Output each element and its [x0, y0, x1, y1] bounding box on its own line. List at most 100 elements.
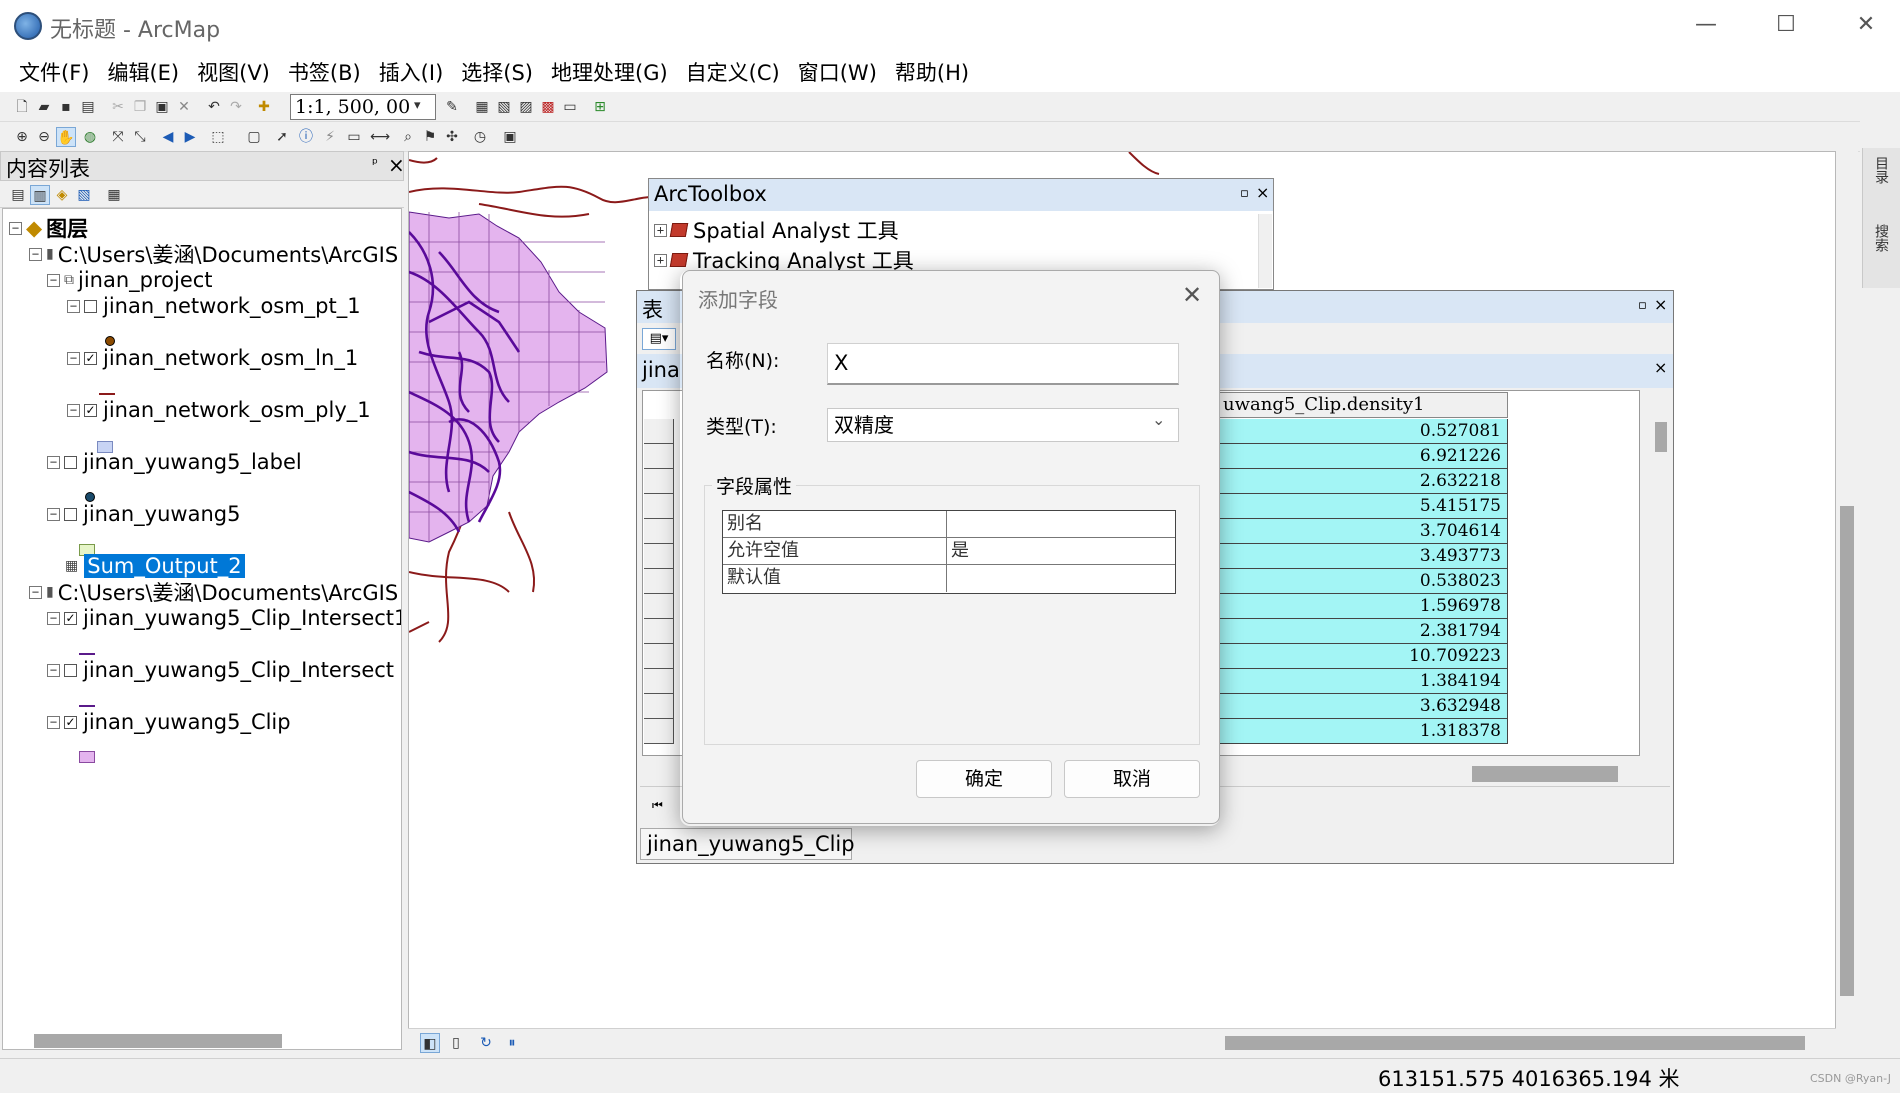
minimize-button[interactable]: — [1686, 8, 1726, 42]
close-icon[interactable]: × [1654, 295, 1667, 314]
menu-geoprocessing[interactable]: 地理处理(G) [542, 57, 677, 87]
dialog-close-button[interactable]: ✕ [1177, 280, 1207, 310]
toc-item-clip-intersect1[interactable]: − ✓ jinan_yuwang5_Clip_Intersect1 [47, 603, 401, 633]
list-by-drawing-order-icon[interactable]: ▤ [8, 185, 28, 205]
row-selector[interactable] [644, 469, 674, 494]
map-horizontal-scroll-thumb[interactable] [1225, 1036, 1805, 1050]
copy-icon[interactable]: ❐ [130, 97, 150, 117]
toc-scrollbar[interactable] [34, 1034, 282, 1048]
python-icon[interactable]: ▭ [560, 97, 580, 117]
property-row[interactable]: 允许空值 是 [723, 538, 1175, 565]
data-view-icon[interactable]: ◧ [420, 1033, 440, 1053]
print-icon[interactable]: ▤ [78, 97, 98, 117]
visibility-checkbox[interactable] [64, 663, 77, 677]
property-value[interactable] [947, 511, 1175, 538]
row-selector[interactable] [644, 544, 674, 569]
toc-item-clip[interactable]: − ✓ jinan_yuwang5_Clip [47, 707, 291, 737]
menu-file[interactable]: 文件(F) [10, 57, 98, 87]
chevron-down-icon[interactable]: ▾ [414, 98, 421, 113]
arctoolbox-scrollbar[interactable] [1258, 214, 1272, 288]
chevron-down-icon[interactable]: ⌄ [1152, 410, 1165, 429]
field-type-select[interactable]: 双精度 [827, 408, 1179, 442]
table-cell[interactable]: 3.704614 [1218, 519, 1508, 544]
table-scroll-thumb[interactable] [1655, 422, 1667, 452]
row-selector[interactable] [644, 619, 674, 644]
options-icon[interactable]: ▦ [104, 185, 124, 205]
redo-icon[interactable]: ↷ [226, 97, 246, 117]
save-icon[interactable]: ▪ [56, 97, 76, 117]
table-cell[interactable]: 1.384194 [1218, 669, 1508, 694]
list-by-visibility-icon[interactable]: ◈ [52, 185, 72, 205]
maximize-button[interactable]: ☐ [1766, 8, 1806, 42]
visibility-checkbox[interactable]: ✓ [84, 403, 97, 417]
zoom-out-icon[interactable]: ⊖ [34, 127, 54, 147]
table-cell[interactable]: 10.709223 [1218, 644, 1508, 669]
pause-icon[interactable]: ⏸ [502, 1033, 522, 1053]
toolbox-spatial-analyst[interactable]: + Spatial Analyst 工具 [654, 216, 899, 244]
layout-view-icon[interactable]: ▯ [446, 1033, 466, 1053]
row-selector[interactable] [644, 694, 674, 719]
back-icon[interactable]: ◀ [158, 127, 178, 147]
table-horizontal-scroll-thumb[interactable] [1472, 766, 1618, 782]
time-slider-icon[interactable]: ◷ [470, 127, 490, 147]
collapse-icon[interactable]: − [47, 715, 60, 729]
visibility-checkbox[interactable] [64, 455, 77, 469]
menu-edit[interactable]: 编辑(E) [98, 57, 188, 87]
column-header[interactable]: uwang5_Clip.density1 [1218, 392, 1508, 418]
collapse-icon[interactable]: − [47, 507, 60, 521]
table-options-icon[interactable]: ▤▾ [642, 328, 676, 350]
find-icon[interactable]: ⌕ [398, 127, 418, 147]
editor-icon[interactable]: ✎ [442, 97, 462, 117]
ok-button[interactable]: 确定 [916, 760, 1052, 798]
first-record-icon[interactable]: ⏮ [652, 798, 663, 813]
forward-icon[interactable]: ▶ [180, 127, 200, 147]
menu-bookmarks[interactable]: 书签(B) [279, 57, 370, 87]
pan-icon[interactable]: ✋ [56, 127, 76, 147]
toc-item-yuwang5[interactable]: − jinan_yuwang5 [47, 499, 240, 529]
toolbox-icon[interactable]: ▩ [538, 97, 558, 117]
add-data-icon[interactable]: ✚ [254, 97, 274, 117]
find-route-icon[interactable]: ⚑ [420, 127, 440, 147]
viewer-icon[interactable]: ▣ [500, 127, 520, 147]
collapse-icon[interactable]: − [67, 351, 80, 365]
maximize-icon[interactable]: ▫ [1638, 298, 1647, 313]
menu-insert[interactable]: 插入(I) [370, 57, 453, 87]
table-cell[interactable]: 2.381794 [1218, 619, 1508, 644]
toc-item-osm-pt[interactable]: − jinan_network_osm_pt_1 [67, 291, 361, 321]
collapse-icon[interactable]: − [47, 273, 60, 287]
visibility-checkbox[interactable] [84, 299, 97, 313]
row-selector[interactable] [644, 719, 674, 744]
maximize-icon[interactable]: ▫ [1240, 186, 1249, 201]
list-by-selection-icon[interactable]: ▧ [74, 185, 94, 205]
menu-view[interactable]: 视图(V) [188, 57, 279, 87]
field-name-input[interactable]: X [827, 343, 1179, 385]
catalog-icon[interactable]: ▧ [494, 97, 514, 117]
measure-icon[interactable]: ⟷ [370, 127, 390, 147]
undo-icon[interactable]: ↶ [204, 97, 224, 117]
table-cell[interactable]: 0.538023 [1218, 569, 1508, 594]
row-selector[interactable] [644, 569, 674, 594]
row-selector[interactable] [644, 644, 674, 669]
table-cell[interactable]: 3.632948 [1218, 694, 1508, 719]
menu-help[interactable]: 帮助(H) [886, 57, 978, 87]
collapse-icon[interactable]: − [67, 403, 80, 417]
expand-icon[interactable]: + [654, 253, 667, 267]
collapse-icon[interactable]: − [9, 221, 22, 235]
xy-icon[interactable]: ✣ [442, 127, 462, 147]
close-button[interactable]: ✕ [1846, 8, 1886, 42]
zoom-in-icon[interactable]: ⊕ [12, 127, 32, 147]
catalog-tab[interactable]: 目录 [1871, 156, 1891, 184]
table-cell[interactable]: 6.921226 [1218, 444, 1508, 469]
clear-selection-icon[interactable]: ▢ [244, 127, 264, 147]
cancel-button[interactable]: 取消 [1064, 760, 1200, 798]
fixed-zoom-in-icon[interactable]: ⤧ [108, 127, 128, 147]
close-icon[interactable]: × [1654, 358, 1667, 377]
row-selector[interactable] [644, 494, 674, 519]
visibility-checkbox[interactable]: ✓ [64, 715, 77, 729]
toc-window-icon[interactable]: ▦ [472, 97, 492, 117]
select-features-icon[interactable]: ⬚ [208, 127, 228, 147]
row-selector[interactable] [644, 519, 674, 544]
expand-icon[interactable]: + [654, 223, 667, 237]
toc-item-osm-ln[interactable]: − ✓ jinan_network_osm_ln_1 [67, 343, 358, 373]
visibility-checkbox[interactable]: ✓ [84, 351, 97, 365]
